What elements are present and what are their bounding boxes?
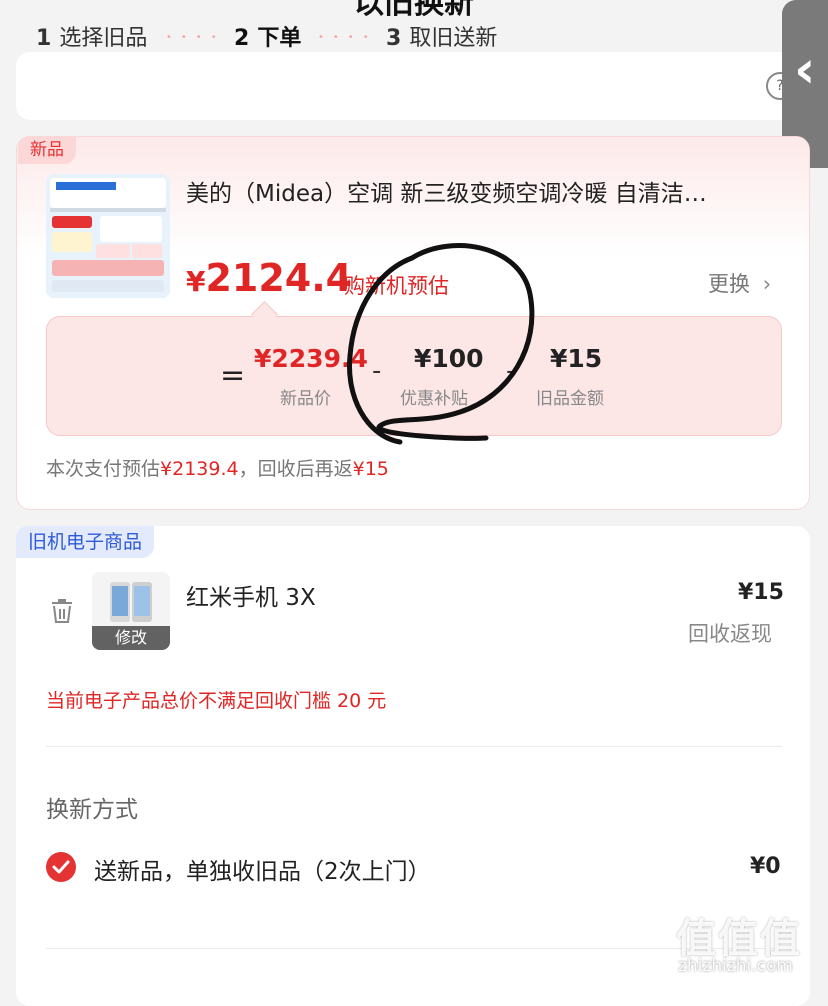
chevron-left-icon[interactable]: ‹ bbox=[794, 40, 815, 100]
page-title: 以旧换新 bbox=[354, 0, 474, 21]
new-price-label: 新品价 bbox=[280, 389, 331, 409]
steps-bar bbox=[16, 52, 794, 120]
old-product-tag: 旧机电子商品 bbox=[16, 526, 155, 558]
step-separator: •••• bbox=[166, 32, 226, 43]
checkmark-icon[interactable] bbox=[46, 852, 76, 882]
new-product-name[interactable]: 美的（Midea）空调 新三级变频空调冷暖 自清洁… bbox=[186, 174, 782, 208]
method-title: 换新方式 bbox=[46, 797, 138, 823]
formula-equals: = bbox=[220, 358, 246, 393]
price-currency: ¥ bbox=[186, 265, 206, 298]
old-product-price-note: 回收返现 bbox=[688, 622, 772, 646]
modify-button[interactable]: 修改 bbox=[92, 626, 170, 650]
price-value: 2124.4 bbox=[205, 256, 353, 300]
method-option-label[interactable]: 送新品，单独收旧品（2次上门） bbox=[94, 852, 431, 886]
step-2: 2 下单 bbox=[234, 20, 301, 52]
old-product-name: 红米手机 3X bbox=[186, 585, 316, 611]
change-label: 更换 bbox=[708, 272, 750, 296]
old-product-price: ¥15 bbox=[738, 580, 784, 605]
old-value-label: 旧品金额 bbox=[536, 389, 604, 409]
watermark-url: zhizhizhi.com bbox=[678, 956, 793, 976]
change-button[interactable]: 更换 › bbox=[708, 268, 771, 298]
recycle-threshold-warning: 当前电子产品总价不满足回收门槛 20 元 bbox=[46, 690, 387, 712]
step-1-label: 选择旧品 bbox=[59, 26, 148, 51]
trash-icon[interactable] bbox=[50, 598, 74, 624]
pay-amount: ¥2139.4 bbox=[160, 458, 239, 480]
step-3-label: 取旧送新 bbox=[409, 26, 498, 51]
chevron-right-icon: › bbox=[762, 272, 772, 296]
step-3: 3 取旧送新 bbox=[386, 20, 497, 52]
step-3-number: 3 bbox=[386, 26, 402, 51]
payment-estimate: 本次支付预估¥2139.4，回收后再返¥15 bbox=[46, 454, 389, 481]
divider bbox=[46, 948, 782, 949]
step-2-label: 下单 bbox=[257, 26, 302, 51]
step-separator: •••• bbox=[318, 32, 378, 43]
handdrawn-circle-annotation bbox=[346, 243, 535, 445]
step-2-number: 2 bbox=[234, 26, 250, 51]
old-value: ¥15 bbox=[550, 344, 603, 373]
new-product-price: ¥2124.4 bbox=[186, 256, 352, 300]
pay-note-prefix: 本次支付预估 bbox=[46, 458, 161, 480]
method-option-price: ¥0 bbox=[750, 854, 781, 879]
pay-note-mid: ，回收后再返 bbox=[238, 458, 353, 480]
step-1-number: 1 bbox=[36, 26, 52, 51]
divider bbox=[46, 746, 782, 747]
new-product-tag: 新品 bbox=[18, 136, 76, 164]
return-amount: ¥15 bbox=[352, 458, 389, 480]
product-image[interactable] bbox=[46, 174, 170, 298]
step-1: 1 选择旧品 bbox=[36, 20, 147, 52]
